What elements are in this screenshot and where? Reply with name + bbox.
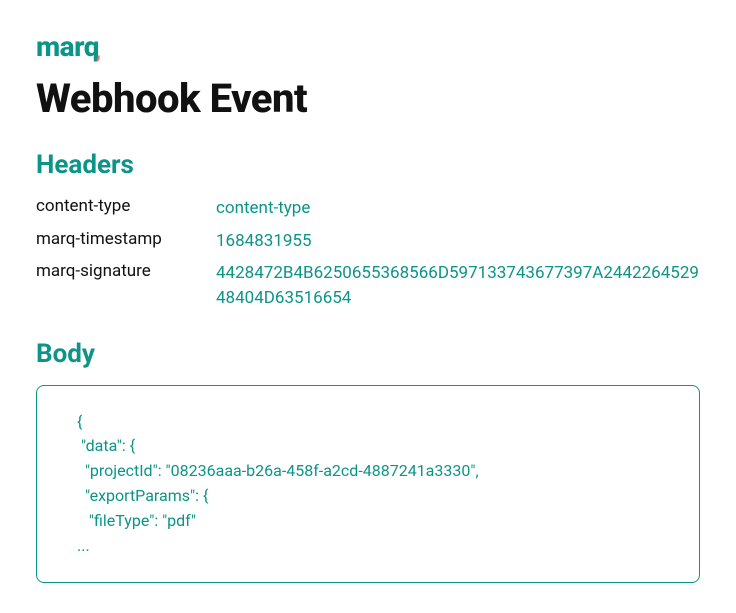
body-code-block: { "data": { "projectId": "08236aaa-b26a-… [36,385,700,584]
header-value: 4428472B4B6250655368566D597133743677397A… [216,261,700,310]
body-code-content: { "data": { "projectId": "08236aaa-b26a-… [77,410,659,559]
header-row: marq-signature 4428472B4B6250655368566D5… [36,261,700,310]
body-section-title: Body [36,339,700,369]
header-row: content-type content-type [36,196,700,221]
headers-section-title: Headers [36,150,700,180]
body-section: Body { "data": { "projectId": "08236aaa-… [36,339,700,584]
page-title: Webhook Event [36,75,700,122]
headers-table: content-type content-type marq-timestamp… [36,196,700,311]
brand-logo: marq, [36,30,700,63]
header-key: marq-signature [36,261,216,281]
header-key: marq-timestamp [36,229,216,249]
brand-logo-accent: , [96,36,101,64]
header-key: content-type [36,196,216,216]
header-value: content-type [216,196,700,221]
brand-logo-text: marq [36,30,99,63]
header-value: 1684831955 [216,229,700,254]
header-row: marq-timestamp 1684831955 [36,229,700,254]
